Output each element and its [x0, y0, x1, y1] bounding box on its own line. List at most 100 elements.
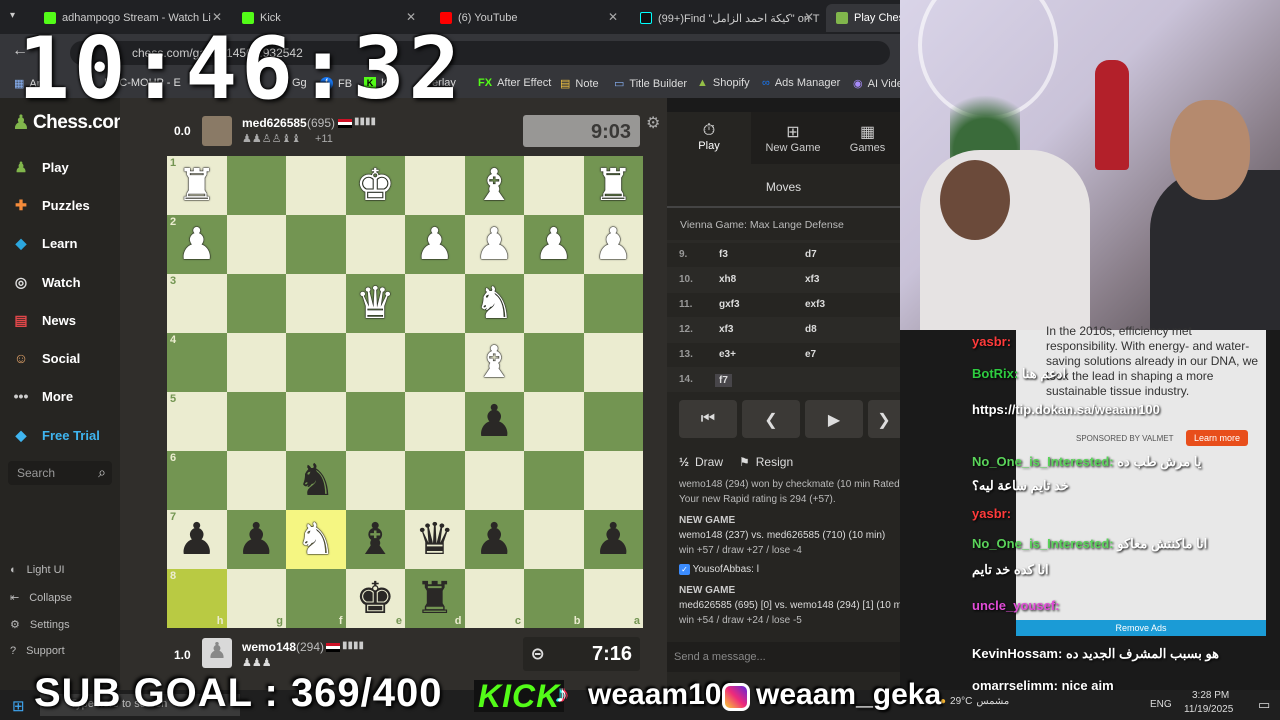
- board-square[interactable]: [226, 392, 286, 451]
- sidebar-item-social[interactable]: ☺ Social: [10, 347, 80, 369]
- tab-tiktok[interactable]: (99+)Find "كيكة احمد الزامل" on T ✕: [630, 4, 822, 32]
- chat-message[interactable]: انا كده خد تايم: [972, 562, 1049, 578]
- windows-start-icon[interactable]: ⊞: [12, 697, 25, 715]
- sidebar-item-watch[interactable]: ◎ Watch: [10, 271, 81, 293]
- white-move[interactable]: f7: [715, 374, 732, 387]
- white-knight-piece[interactable]: ♞: [296, 517, 335, 562]
- notification-icon[interactable]: ▭: [1258, 697, 1270, 713]
- avatar[interactable]: [202, 116, 232, 146]
- board-square[interactable]: ♟: [583, 510, 643, 569]
- chat-message[interactable]: No_One_is_Interested: انا ماكنتش معاكو: [972, 536, 1207, 552]
- bookmark-ads-manager[interactable]: ∞ Ads Manager: [762, 77, 840, 89]
- chat-username[interactable]: uncle_yousef:: [972, 598, 1059, 613]
- black-move[interactable]: e7: [805, 349, 816, 360]
- white-move[interactable]: xh8: [719, 274, 736, 285]
- board-square[interactable]: [524, 451, 584, 510]
- white-rook-piece[interactable]: ♜: [177, 163, 216, 208]
- sidebar-item-news[interactable]: ▤ News: [10, 309, 76, 331]
- black-move[interactable]: xf3: [805, 274, 819, 285]
- sidebar-light-ui[interactable]: ◐ Light UI: [10, 564, 65, 576]
- tab-games[interactable]: ▦ Games: [835, 112, 900, 164]
- chat-username[interactable]: yasbr:: [972, 506, 1011, 521]
- board-square[interactable]: ♚: [345, 156, 405, 215]
- first-move-button[interactable]: ⏮: [679, 400, 737, 438]
- bookmark-after-effect[interactable]: FX After Effect: [478, 77, 551, 89]
- chat-message[interactable]: No_One_is_Interested: يا مرش طب ده: [972, 454, 1201, 470]
- board-square[interactable]: [405, 274, 465, 333]
- white-move[interactable]: xf3: [719, 324, 733, 335]
- board-square[interactable]: c: [464, 569, 524, 628]
- board-square[interactable]: [286, 392, 346, 451]
- sidebar-item-puzzles[interactable]: ✚ Puzzles: [10, 194, 90, 216]
- resign-button[interactable]: ⚑ Resign: [739, 455, 793, 469]
- board-square[interactable]: 5: [167, 392, 227, 451]
- board-square[interactable]: [345, 215, 405, 274]
- board-square[interactable]: a: [583, 569, 643, 628]
- black-move[interactable]: d7: [805, 249, 817, 260]
- board-square[interactable]: [286, 333, 346, 392]
- board-square[interactable]: ♟: [226, 510, 286, 569]
- sidebar-item-more[interactable]: ••• More: [10, 385, 73, 407]
- sidebar-settings[interactable]: ⚙ Settings: [10, 618, 70, 632]
- board-square[interactable]: ♜ d: [405, 569, 465, 628]
- tab-play[interactable]: ⏱ Play: [667, 112, 751, 164]
- white-move[interactable]: f3: [719, 249, 728, 260]
- chat-username[interactable]: KevinHossam:: [972, 646, 1062, 661]
- board-square[interactable]: 3: [167, 274, 227, 333]
- black-knight-piece[interactable]: ♞: [296, 458, 335, 503]
- language-indicator[interactable]: ENG: [1150, 699, 1172, 710]
- board-square[interactable]: ♜: [583, 156, 643, 215]
- learn-more-button[interactable]: Learn more: [1186, 430, 1249, 446]
- board-square[interactable]: [405, 333, 465, 392]
- chat-message[interactable]: yasbr:: [972, 334, 1011, 349]
- board-square[interactable]: [345, 392, 405, 451]
- bookmark-note[interactable]: ▤ Note: [560, 77, 599, 91]
- chat-username[interactable]: No_One_is_Interested:: [972, 536, 1114, 551]
- weather-widget[interactable]: ● 29°C مشمس: [940, 696, 1009, 707]
- board-square[interactable]: 4: [167, 333, 227, 392]
- board-square[interactable]: 8h: [167, 569, 227, 628]
- board-square[interactable]: ♞: [464, 274, 524, 333]
- board-square[interactable]: ♟: [405, 215, 465, 274]
- board-square[interactable]: [583, 392, 643, 451]
- board-square[interactable]: [226, 215, 286, 274]
- board-square[interactable]: f: [286, 569, 346, 628]
- black-bishop-piece[interactable]: ♝: [356, 517, 395, 562]
- sidebar-support[interactable]: ? Support: [10, 645, 65, 657]
- black-pawn-piece[interactable]: ♟: [237, 517, 276, 562]
- board-square[interactable]: [583, 274, 643, 333]
- white-king-piece[interactable]: ♚: [356, 163, 395, 208]
- white-pawn-piece[interactable]: ♟: [415, 222, 454, 267]
- sidebar-collapse[interactable]: ⇤ Collapse: [10, 591, 72, 605]
- black-move[interactable]: d8: [805, 324, 817, 335]
- sidebar-item-free-trial[interactable]: ◆ Free Trial: [10, 424, 100, 446]
- white-pawn-piece[interactable]: ♟: [177, 222, 216, 267]
- white-move[interactable]: e3+: [719, 349, 736, 360]
- board-square[interactable]: [524, 333, 584, 392]
- board-square[interactable]: [405, 451, 465, 510]
- sidebar-item-play[interactable]: ♟ Play: [10, 156, 69, 178]
- bookmark-title-builder[interactable]: ▭ Title Builder: [614, 77, 687, 91]
- chat-username[interactable]: No_One_is_Interested:: [972, 454, 1114, 469]
- board-square[interactable]: [524, 510, 584, 569]
- player-name[interactable]: wemo148: [242, 640, 296, 654]
- search-input[interactable]: Search ⌕: [8, 461, 112, 485]
- board-square[interactable]: [405, 156, 465, 215]
- board-square[interactable]: ♟: [464, 215, 524, 274]
- board-square[interactable]: ♚ e: [345, 569, 405, 628]
- board-square[interactable]: ♟ 7: [167, 510, 227, 569]
- board-square[interactable]: ♞: [286, 510, 346, 569]
- close-tab-icon[interactable]: ✕: [608, 10, 618, 24]
- previous-move-button[interactable]: ❮: [742, 400, 800, 438]
- white-move[interactable]: gxf3: [719, 299, 740, 310]
- black-pawn-piece[interactable]: ♟: [594, 517, 633, 562]
- board-square[interactable]: ♝: [464, 333, 524, 392]
- board-square[interactable]: [286, 215, 346, 274]
- board-square[interactable]: [226, 156, 286, 215]
- send-message-input[interactable]: Send a message...: [667, 642, 900, 672]
- bookmark-shopify[interactable]: ▲ Shopify: [697, 77, 750, 89]
- board-square[interactable]: [405, 392, 465, 451]
- taskbar-date[interactable]: 11/19/2025: [1184, 704, 1233, 715]
- board-square[interactable]: ♞: [286, 451, 346, 510]
- white-queen-piece[interactable]: ♛: [356, 281, 395, 326]
